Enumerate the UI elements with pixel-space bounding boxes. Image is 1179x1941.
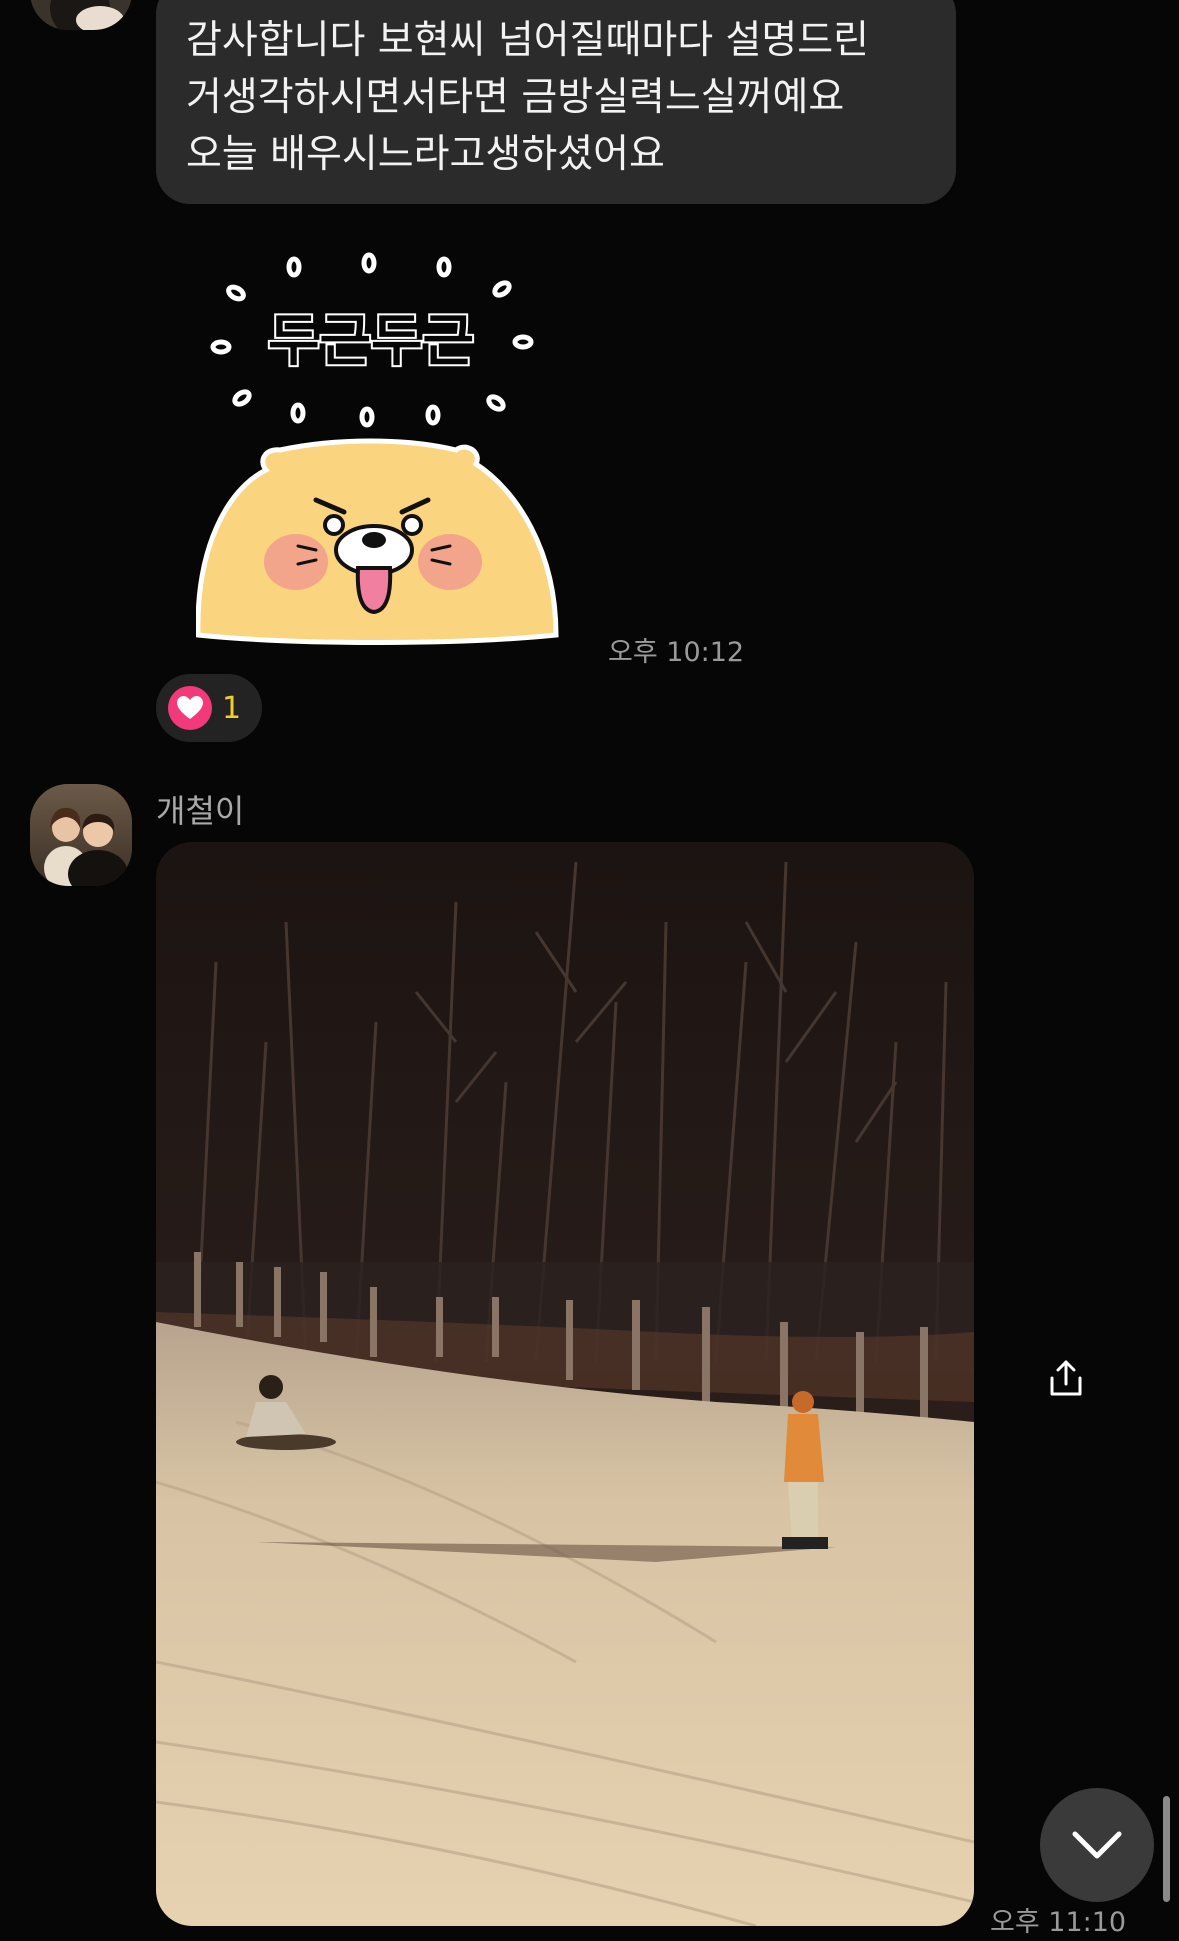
share-icon bbox=[1050, 1360, 1082, 1396]
message-time: 오후 10:12 bbox=[608, 637, 745, 668]
photo-message[interactable] bbox=[156, 842, 974, 1926]
message-line: 오늘 배우시느라고생하셨어요 bbox=[186, 132, 665, 177]
share-button[interactable] bbox=[1032, 1344, 1100, 1412]
sender-avatar[interactable] bbox=[30, 0, 132, 30]
sender-avatar[interactable] bbox=[30, 784, 132, 886]
message-line: 거생각하시면서타면 금방실력느실꺼예요 bbox=[186, 75, 845, 120]
chat-screen[interactable]: 감사합니다 보현씨 넘어질때마다 설명드린 거생각하시면서타면 금방실력느실꺼예… bbox=[0, 0, 1179, 1941]
sender-name: 개철이 bbox=[156, 792, 245, 830]
reaction-chip[interactable]: 1 bbox=[156, 674, 262, 742]
reaction-count: 1 bbox=[222, 690, 242, 726]
chevron-down-icon bbox=[1072, 1831, 1122, 1859]
message-time: 오후 11:10 bbox=[990, 1907, 1127, 1938]
message-line: 감사합니다 보현씨 넘어질때마다 설명드린 bbox=[186, 18, 870, 63]
sticker-text: 두근두근 bbox=[268, 309, 474, 374]
message-bubble[interactable]: 감사합니다 보현씨 넘어질때마다 설명드린 거생각하시면서타면 금방실력느실꺼예… bbox=[156, 0, 956, 204]
sticker-message[interactable]: 두근두근 bbox=[195, 250, 566, 660]
scroll-to-bottom-button[interactable] bbox=[1040, 1788, 1154, 1902]
heart-icon bbox=[168, 686, 212, 730]
scrollbar[interactable] bbox=[1163, 1796, 1170, 1902]
photo-image bbox=[156, 842, 974, 1926]
